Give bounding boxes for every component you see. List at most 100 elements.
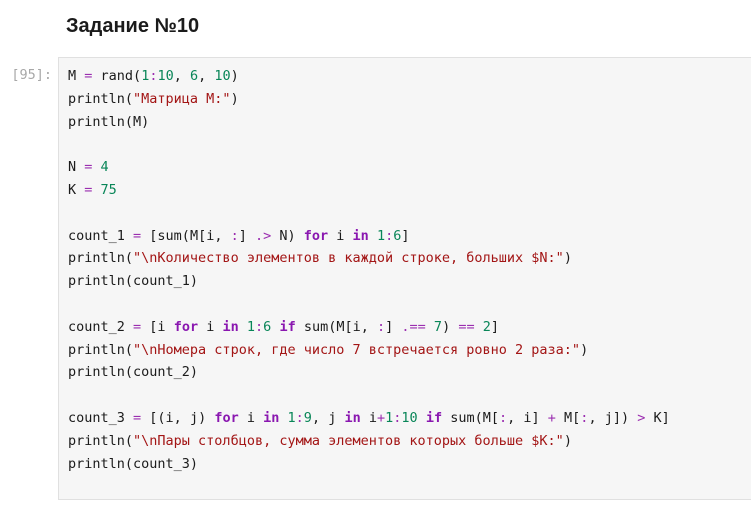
code-token-op: + — [547, 409, 556, 426]
code-token-op: == — [458, 318, 475, 335]
code-token-op: = — [133, 318, 142, 335]
code-token-plain: ) — [563, 432, 572, 449]
code-token-plain: count_2 — [68, 318, 134, 335]
code-cell-input[interactable]: M = rand(1:10, 6, 10) println("Матрица M:… — [58, 57, 751, 500]
code-line: M = rand(1:10, 6, 10) — [68, 65, 670, 88]
code-token-plain: ) — [230, 90, 239, 107]
code-line: println(M) — [68, 111, 670, 134]
code-line: count_1 = [sum(M[i, :] .> N) for i in 1:… — [68, 225, 670, 248]
code-token-plain: ) — [563, 250, 572, 267]
code-token-num: 2 — [482, 318, 491, 335]
code-token-plain: ) — [580, 341, 589, 358]
code-token-plain: println(M) — [68, 113, 150, 130]
code-token-plain: ) — [230, 68, 239, 84]
code-token-plain: println( — [68, 341, 134, 358]
code-token-str: "Матрица M:" — [133, 90, 231, 107]
code-token-num: 1 — [287, 409, 296, 426]
code-token-str: "\nНомера строк, где число 7 встречается… — [133, 341, 581, 358]
code-token-plain: sum(M[i, — [295, 318, 377, 335]
code-token-kw: if — [279, 318, 296, 335]
code-token-plain: , i] — [507, 409, 548, 426]
code-line: println("\nНомера строк, где число 7 вст… — [68, 339, 670, 362]
code-token-num: 10 — [157, 68, 174, 84]
code-token-plain: [(i, j) — [141, 409, 215, 426]
code-token-kw: in — [352, 227, 369, 244]
code-token-plain: println(count_3) — [68, 455, 199, 472]
code-line: println("Матрица M:") — [68, 88, 670, 111]
code-token-plain: println( — [68, 250, 134, 267]
code-token-op: : — [385, 227, 394, 244]
code-token-plain: , j]) — [588, 409, 638, 426]
code-line: println("\nПары столбцов, сумма элементо… — [68, 430, 670, 453]
code-line: println(count_2) — [68, 361, 670, 384]
code-token-plain: println( — [68, 432, 134, 449]
code-token-op: .== — [401, 318, 426, 335]
code-token-op: : — [255, 318, 264, 335]
code-token-op: : — [376, 318, 386, 335]
code-token-num: 9 — [303, 409, 312, 426]
code-token-kw: for — [214, 409, 239, 426]
cell-execution-count: [95]: — [11, 67, 52, 83]
code-token-kw: if — [425, 409, 443, 426]
code-token-plain: count_3 — [68, 409, 134, 426]
code-token-plain: rand( — [92, 68, 142, 84]
code-token-op: + — [376, 409, 386, 426]
code-token-num: 10 — [214, 68, 231, 84]
code-token-op: .> — [254, 227, 272, 244]
code-line: println(count_1) — [68, 270, 670, 293]
code-token-plain: count_1 — [68, 227, 134, 244]
code-token-num: 7 — [433, 318, 443, 335]
code-token-str: "\nПары столбцов, сумма элементов которы… — [133, 432, 564, 449]
code-token-op: : — [498, 409, 508, 426]
code-token-plain: ) — [442, 318, 459, 335]
code-token-plain: i — [198, 318, 223, 335]
code-token-num: 1 — [246, 318, 256, 335]
code-token-plain: K] — [645, 409, 670, 426]
code-line: count_2 = [i for i in 1:6 if sum(M[i, :]… — [68, 316, 670, 339]
code-line: N = 4 — [68, 156, 670, 179]
code-token-num: 6 — [190, 68, 199, 84]
code-token-plain: , — [198, 68, 215, 84]
code-token-plain: i — [360, 409, 377, 426]
code-token-plain: println(count_1) — [68, 273, 199, 290]
code-token-kw: in — [263, 409, 280, 426]
code-token-kw: for — [303, 227, 329, 244]
code-token-kw: for — [173, 318, 199, 335]
code-editor[interactable]: M = rand(1:10, 6, 10) println("Матрица M:… — [68, 65, 670, 475]
code-token-plain: ] — [385, 318, 402, 335]
code-token-op: = — [133, 409, 142, 426]
code-line: count_3 = [(i, j) for i in 1:9, j in i+1… — [68, 407, 670, 430]
code-token-num: 10 — [401, 409, 418, 426]
code-token-num: 1 — [376, 227, 386, 244]
code-token-plain: , j — [311, 409, 345, 426]
code-token-plain: K — [68, 181, 85, 198]
code-token-plain: M — [68, 68, 85, 84]
code-line: println("\nКоличество элементов в каждой… — [68, 247, 670, 270]
code-token-plain: i — [238, 409, 264, 426]
code-token-plain: , — [173, 68, 190, 84]
code-token-kw: in — [222, 318, 239, 335]
code-token-plain: [i — [141, 318, 174, 335]
code-token-plain: N) — [271, 227, 304, 244]
task-heading: Задание №10 — [66, 15, 200, 37]
code-token-op: : — [295, 409, 304, 426]
code-token-plain: ] — [401, 227, 410, 244]
code-token-str: "\nКоличество элементов в каждой строке,… — [133, 250, 564, 267]
code-token-plain: ] — [238, 227, 255, 244]
code-token-op: : — [230, 227, 239, 244]
code-line: println(count_3) — [68, 453, 670, 476]
code-token-plain: N — [68, 159, 85, 176]
code-token-num: 4 — [100, 159, 109, 176]
code-token-plain: M[ — [555, 409, 581, 426]
